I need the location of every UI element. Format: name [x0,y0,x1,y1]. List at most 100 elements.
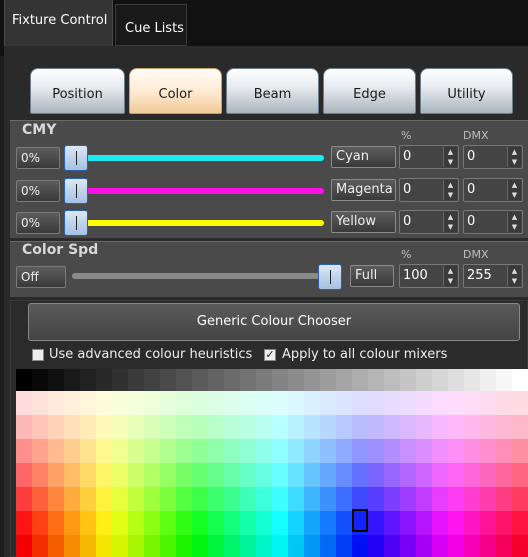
palette-swatch[interactable] [272,369,288,391]
palette-swatch[interactable] [336,369,352,391]
palette-swatch[interactable] [192,415,208,439]
palette-swatch[interactable] [432,391,448,415]
palette-swatch[interactable] [176,511,192,535]
color-speed-dmx-spinbox[interactable]: 255 ▲ ▼ [463,264,523,288]
palette-swatch[interactable] [32,487,48,511]
palette-swatch[interactable] [400,391,416,415]
palette-swatch[interactable] [96,415,112,439]
palette-swatch[interactable] [224,369,240,391]
spin-arrows-icon[interactable]: ▲ ▼ [443,180,457,200]
palette-swatch[interactable] [288,391,304,415]
palette-swatch[interactable] [512,415,528,439]
palette-swatch[interactable] [416,535,432,557]
palette-swatch[interactable] [464,369,480,391]
palette-swatch[interactable] [16,391,32,415]
palette-swatch[interactable] [192,369,208,391]
spin-arrows-icon[interactable]: ▲ ▼ [507,266,521,286]
palette-swatch[interactable] [256,463,272,487]
palette-swatch[interactable] [368,463,384,487]
palette-swatch[interactable] [64,369,80,391]
tab-beam[interactable]: Beam [226,68,319,114]
palette-swatch[interactable] [256,511,272,535]
tab-utility[interactable]: Utility [420,68,513,114]
palette-swatch[interactable] [32,415,48,439]
palette-swatch[interactable] [400,463,416,487]
palette-swatch[interactable] [192,463,208,487]
palette-swatch[interactable] [288,487,304,511]
palette-swatch[interactable] [384,415,400,439]
palette-swatch[interactable] [64,391,80,415]
palette-swatch[interactable] [304,487,320,511]
tab-cue-lists[interactable]: Cue Lists [115,4,187,46]
palette-swatch[interactable] [256,369,272,391]
palette-swatch[interactable] [144,535,160,557]
palette-swatch[interactable] [304,439,320,463]
palette-swatch[interactable] [32,463,48,487]
palette-swatch[interactable] [384,487,400,511]
palette-swatch[interactable] [224,511,240,535]
palette-swatch[interactable] [320,487,336,511]
palette-swatch[interactable] [128,415,144,439]
palette-swatch[interactable] [64,463,80,487]
palette-swatch[interactable] [400,535,416,557]
palette-swatch[interactable] [416,463,432,487]
palette-swatch[interactable] [336,439,352,463]
palette-swatch[interactable] [448,369,464,391]
cyan-dmx-spinbox[interactable]: 0 ▲ ▼ [463,145,523,169]
palette-swatch[interactable] [416,415,432,439]
cyan-slider-handle[interactable] [64,145,88,171]
palette-swatch[interactable] [80,463,96,487]
palette-swatch[interactable] [432,369,448,391]
cyan-min-button[interactable]: 0% [16,147,60,169]
palette-swatch[interactable] [48,415,64,439]
palette-swatch[interactable] [464,487,480,511]
palette-swatch[interactable] [48,369,64,391]
palette-swatch[interactable] [512,369,528,391]
palette-swatch[interactable] [496,439,512,463]
palette-swatch[interactable] [496,535,512,557]
palette-swatch[interactable] [208,487,224,511]
palette-swatch[interactable] [128,439,144,463]
palette-swatch[interactable] [368,487,384,511]
palette-swatch[interactable] [176,463,192,487]
palette-swatch[interactable] [448,439,464,463]
palette-swatch[interactable] [496,415,512,439]
palette-swatch[interactable] [464,463,480,487]
spin-arrows-icon[interactable]: ▲ ▼ [443,212,457,232]
palette-swatch[interactable] [480,415,496,439]
palette-swatch[interactable] [224,463,240,487]
magenta-slider-handle[interactable] [64,178,88,204]
palette-swatch[interactable] [48,535,64,557]
palette-swatch[interactable] [80,487,96,511]
palette-swatch[interactable] [16,415,32,439]
palette-swatch[interactable] [96,487,112,511]
palette-swatch[interactable] [208,463,224,487]
palette-swatch[interactable] [208,391,224,415]
palette-swatch[interactable] [464,511,480,535]
palette-swatch[interactable] [512,391,528,415]
palette-swatch[interactable] [272,463,288,487]
palette-swatch[interactable] [128,535,144,557]
palette-swatch[interactable] [336,415,352,439]
spin-arrows-icon[interactable]: ▲ ▼ [507,180,521,200]
palette-swatch[interactable] [256,487,272,511]
palette-swatch[interactable] [272,391,288,415]
palette-swatch[interactable] [192,487,208,511]
cyan-percent-spinbox[interactable]: 0 ▲ ▼ [399,145,459,169]
palette-swatch[interactable] [112,535,128,557]
palette-swatch[interactable] [32,535,48,557]
palette-swatch[interactable] [272,511,288,535]
palette-swatch[interactable] [304,511,320,535]
palette-swatch[interactable] [224,415,240,439]
palette-swatch[interactable] [352,391,368,415]
palette-swatch[interactable] [336,463,352,487]
palette-swatch[interactable] [128,511,144,535]
palette-swatch[interactable] [208,439,224,463]
palette-swatch[interactable] [128,391,144,415]
palette-swatch[interactable] [480,463,496,487]
palette-swatch[interactable] [416,439,432,463]
palette-swatch[interactable] [96,369,112,391]
palette-swatch[interactable] [368,535,384,557]
palette-swatch[interactable] [176,439,192,463]
magenta-max-button[interactable]: Magenta [331,179,396,201]
